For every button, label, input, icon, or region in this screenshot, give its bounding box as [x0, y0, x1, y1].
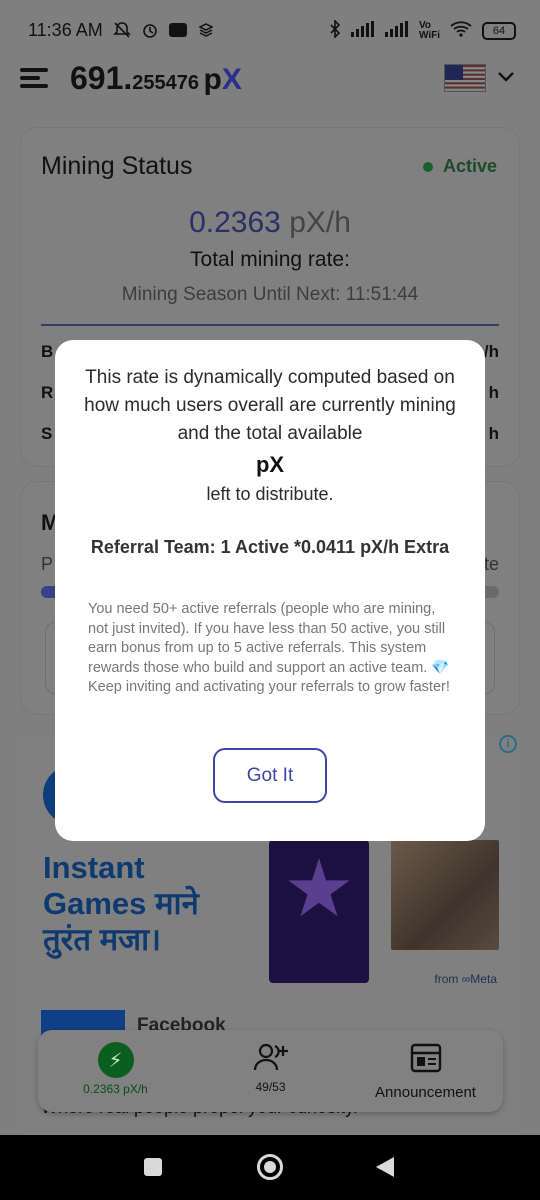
rate-row-label: B	[41, 342, 54, 361]
mining-status-title: Mining Status	[41, 152, 193, 180]
total-mining-rate-label: Total mining rate:	[190, 248, 350, 271]
nav-mining[interactable]: ⚡ 0.2363 pX/h	[38, 1030, 193, 1112]
status-bar: 11:36 AM Vo WiFi 64	[0, 0, 540, 60]
ad-meta-label: from ∞Meta	[434, 972, 497, 986]
divider	[41, 324, 499, 326]
newspaper-icon	[410, 1043, 441, 1073]
active-dot-icon	[422, 161, 433, 172]
chevron-down-icon[interactable]	[496, 66, 516, 86]
add-user-icon	[253, 1043, 288, 1071]
dialog-description-tail: left to distribute.	[206, 484, 334, 504]
signal-icon	[350, 21, 375, 40]
bottom-nav: ⚡ 0.2363 pX/h 49/53 Announcement	[38, 1030, 503, 1112]
us-flag-icon[interactable]	[444, 64, 486, 92]
battery-icon: 64	[482, 21, 516, 40]
mining-rate: 0.2363 pX/h	[21, 206, 519, 240]
vowifi-icon: Vo WiFi	[418, 19, 440, 41]
referral-explanation: You need 50+ active referrals (people wh…	[88, 601, 450, 695]
app-header: 691.255476 pX	[0, 58, 540, 102]
rate-row-value: h	[488, 424, 499, 443]
balance-decimal: 255476	[132, 72, 200, 94]
back-icon[interactable]	[376, 1157, 394, 1177]
status-badge: Active	[422, 156, 497, 177]
ad-photo	[391, 840, 499, 950]
status-time: 11:36 AM	[28, 20, 103, 40]
info-icon[interactable]: i	[499, 735, 517, 753]
mining-rate-value: 0.2363	[189, 206, 281, 239]
balance-unit-p: p	[203, 63, 222, 96]
ad-phone-image	[269, 840, 369, 983]
bluetooth-icon	[329, 19, 341, 41]
recents-icon[interactable]	[144, 1158, 162, 1176]
ad-headline: Instant Games माने तुरंत मजा।	[43, 850, 199, 957]
nav-referrals-count: 49/53	[255, 1080, 286, 1094]
system-nav-bar	[0, 1135, 540, 1200]
nav-announcement[interactable]: Announcement	[348, 1030, 503, 1112]
rate-row-value: /h	[483, 342, 499, 361]
menu-icon[interactable]	[20, 66, 48, 90]
dialog-px-label: pX	[255, 452, 285, 477]
status-icons-left	[112, 20, 216, 40]
mining-season-countdown: Mining Season Until Next: 11:51:44	[121, 284, 419, 305]
nav-referrals[interactable]: 49/53	[193, 1030, 348, 1112]
secondary-card-right-label: te	[483, 554, 499, 574]
star-icon	[288, 858, 350, 917]
referral-team-info: Referral Team: 1 Active *0.0411 pX/h Ext…	[90, 537, 450, 557]
nav-announcement-label: Announcement	[375, 1084, 476, 1101]
wifi-icon	[450, 21, 472, 40]
balance: 691.255476 pX	[70, 60, 242, 97]
bolt-icon: ⚡	[97, 1042, 134, 1078]
rate-row-value: h	[488, 383, 499, 402]
nav-mining-rate: 0.2363 pX/h	[83, 1082, 148, 1096]
status-label: Active	[442, 156, 497, 176]
secondary-card-left-label: P	[41, 554, 54, 574]
balance-integer: 691.	[70, 60, 133, 96]
rate-row-label: S	[41, 424, 53, 443]
status-icons-right: Vo WiFi 64	[329, 19, 516, 41]
balance-unit-x: X	[221, 63, 242, 96]
mute-icon	[112, 20, 132, 40]
signal-icon	[384, 21, 409, 40]
stack-icon	[196, 20, 216, 40]
dialog-description: This rate is dynamically computed based …	[84, 367, 456, 444]
home-icon[interactable]	[257, 1154, 283, 1180]
got-it-button[interactable]: Got It	[213, 748, 327, 803]
rate-row-label: R	[41, 383, 54, 402]
alarm-icon	[140, 20, 160, 40]
mining-rate-unit: pX/h	[289, 206, 351, 239]
paytm-icon	[168, 20, 188, 40]
rate-info-dialog: This rate is dynamically computed based …	[55, 340, 485, 841]
